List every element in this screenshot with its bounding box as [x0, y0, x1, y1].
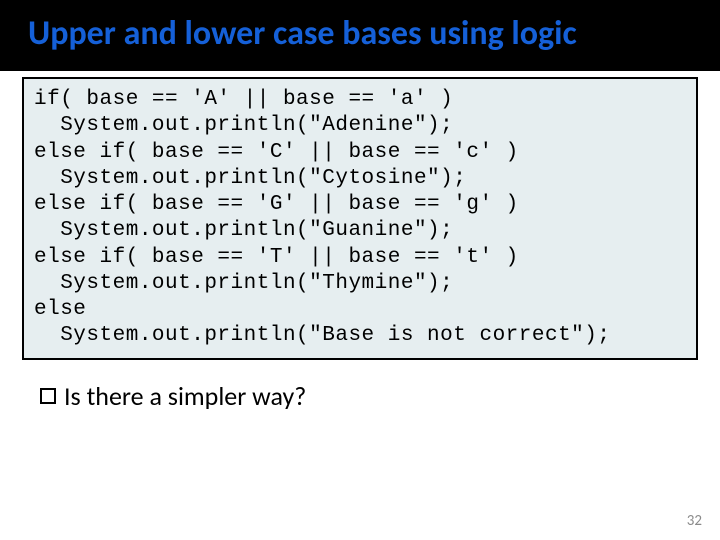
code-line: else if( base == 'C' || base == 'c' ): [34, 141, 519, 164]
code-line: System.out.println("Base is not correct"…: [34, 324, 611, 347]
square-bullet-icon: [40, 388, 56, 404]
code-line: System.out.println("Thymine");: [34, 272, 453, 295]
code-line: System.out.println("Adenine");: [34, 114, 453, 137]
code-line: System.out.println("Cytosine");: [34, 167, 466, 190]
code-line: System.out.println("Guanine");: [34, 219, 453, 242]
code-line: else if( base == 'G' || base == 'g' ): [34, 193, 519, 216]
question-text: Is there a simpler way?: [64, 380, 306, 412]
code-line: else: [34, 298, 86, 321]
page-number: 32: [687, 512, 702, 530]
question-row: Is there a simpler way?: [0, 360, 720, 412]
slide-header: Upper and lower case bases using logic: [0, 0, 720, 71]
code-line: if( base == 'A' || base == 'a' ): [34, 88, 453, 111]
code-line: else if( base == 'T' || base == 't' ): [34, 246, 519, 269]
slide-title: Upper and lower case bases using logic: [28, 14, 692, 53]
code-block: if( base == 'A' || base == 'a' ) System.…: [22, 77, 698, 360]
